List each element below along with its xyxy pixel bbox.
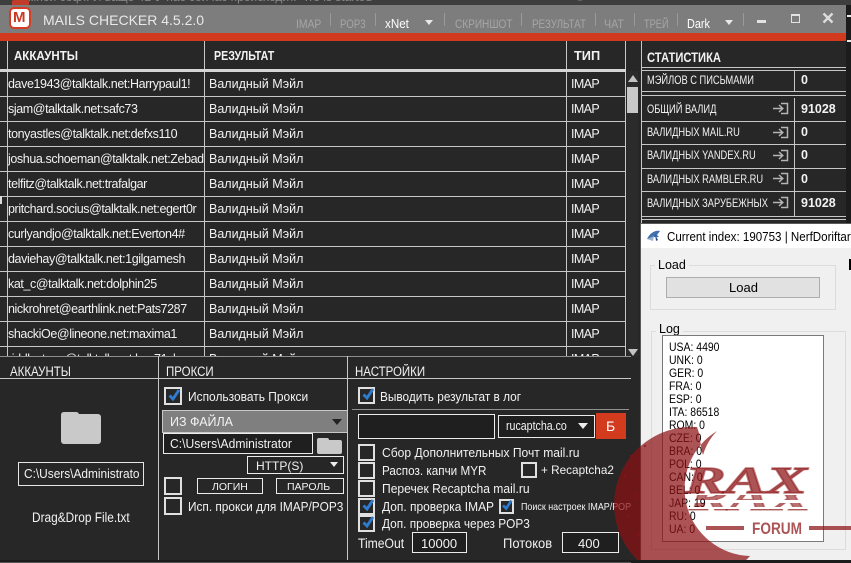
svg-text:FORUM: FORUM [752, 519, 802, 538]
